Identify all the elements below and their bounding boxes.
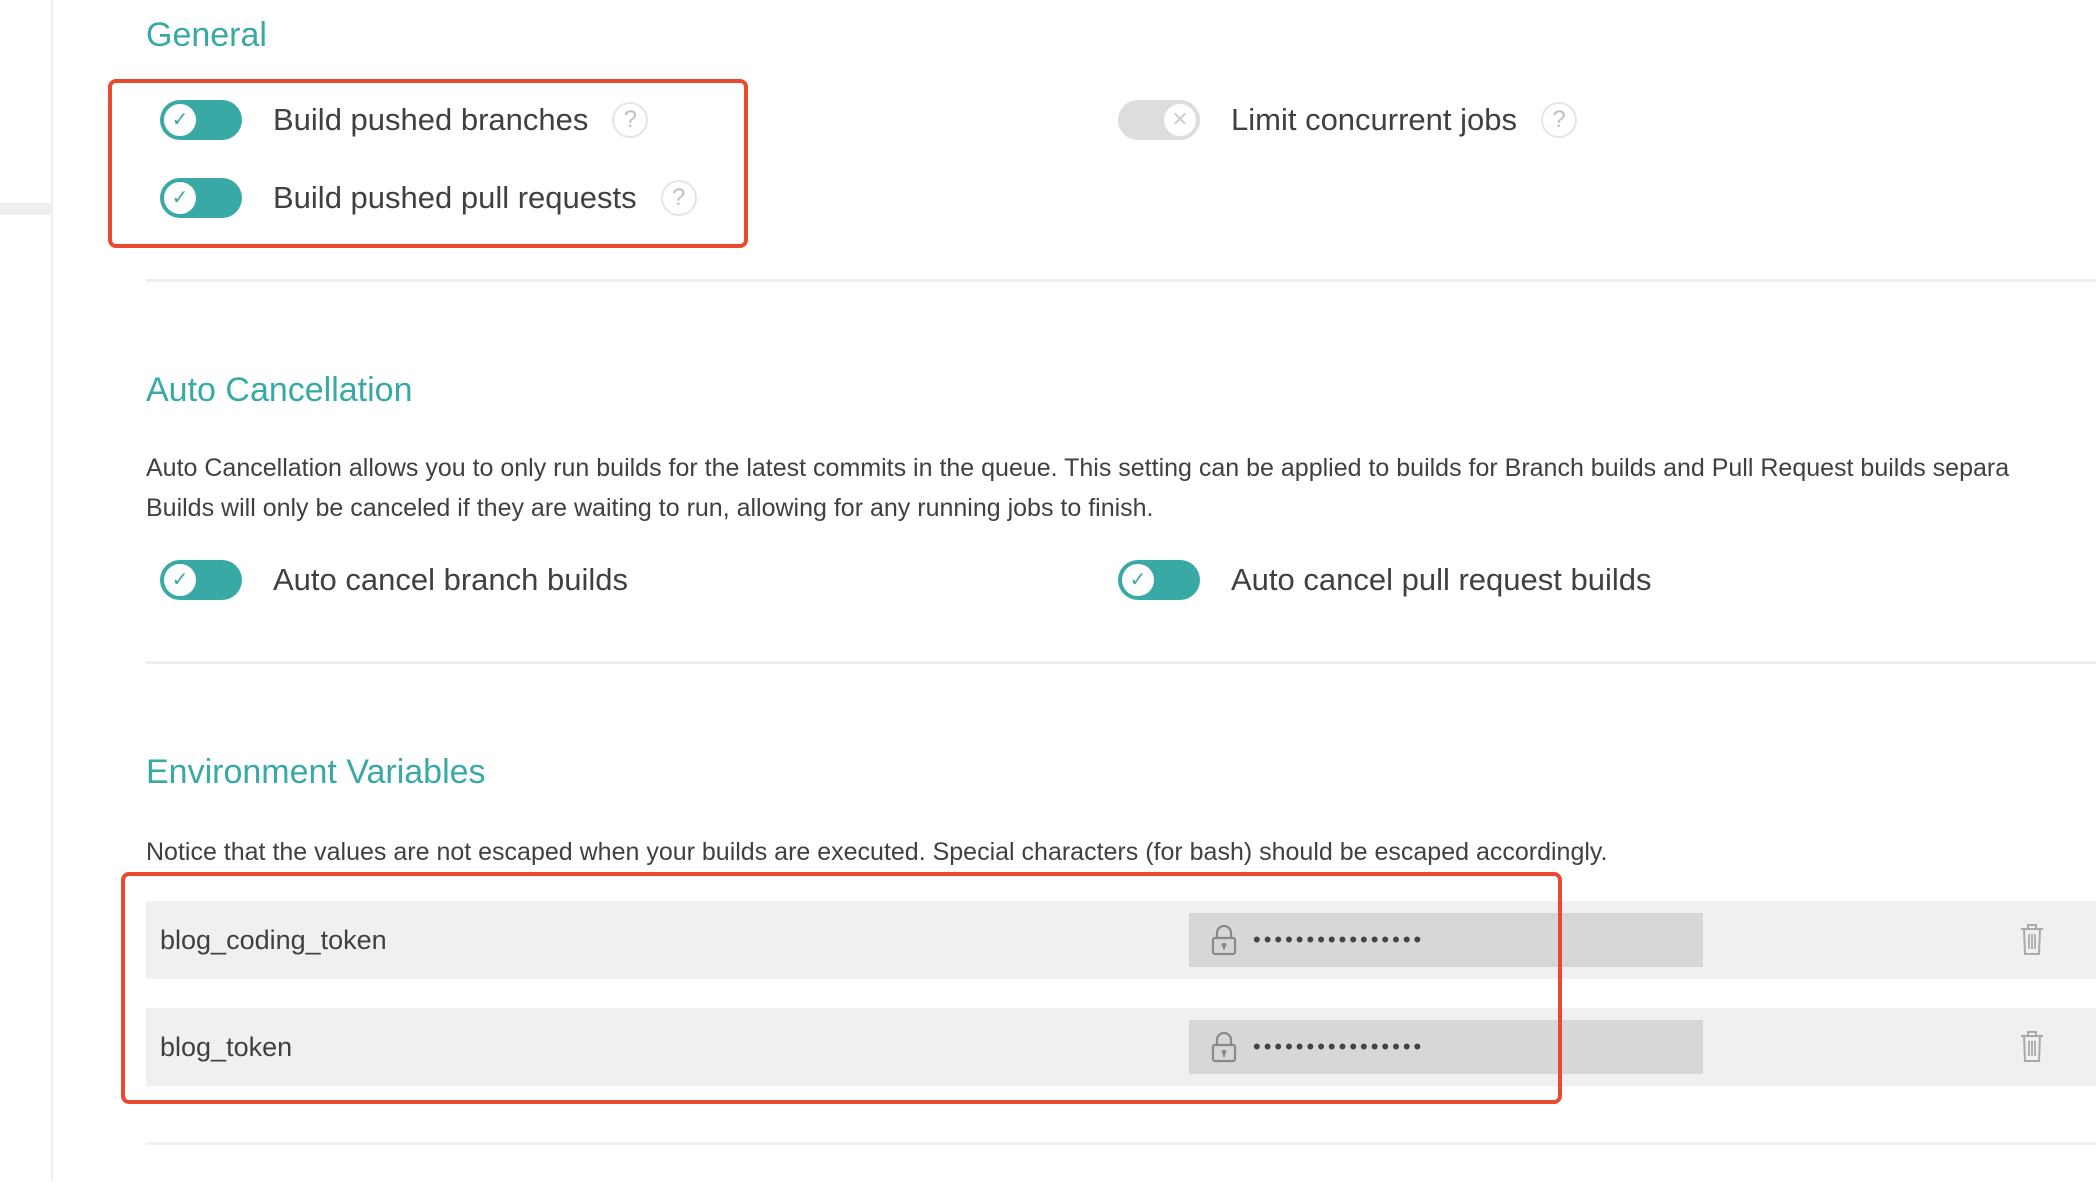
setting-limit-concurrent-jobs: ✕ Limit concurrent jobs ?: [1118, 95, 1578, 145]
build-pushed-pull-requests-label: Build pushed pull requests: [273, 180, 637, 215]
question-icon[interactable]: ?: [612, 102, 649, 138]
env-variable-name: blog_coding_token: [160, 925, 387, 955]
limit-concurrent-jobs-label: Limit concurrent jobs: [1231, 102, 1518, 137]
env-variable-name: blog_token: [160, 1032, 293, 1062]
lock-icon: [1209, 923, 1239, 957]
x-icon: ✕: [1162, 102, 1198, 138]
setting-build-pushed-branches: ✓ Build pushed branches ?: [160, 95, 649, 145]
auto-cancel-pull-request-builds-toggle[interactable]: ✓: [1118, 560, 1200, 600]
env-variable-value-field[interactable]: ••••••••••••••••: [1189, 913, 1703, 967]
general-section-title: General: [146, 16, 267, 54]
limit-concurrent-jobs-toggle[interactable]: ✕: [1118, 100, 1200, 140]
environment-variables-notice: Notice that the values are not escaped w…: [146, 838, 1608, 866]
build-pushed-branches-label: Build pushed branches: [273, 102, 589, 137]
env-variable-masked-value: ••••••••••••••••: [1253, 1034, 1425, 1059]
setting-auto-cancel-branch-builds: ✓ Auto cancel branch builds: [160, 555, 628, 605]
env-variable-row: blog_token ••••••••••••••••: [146, 1008, 2096, 1086]
question-icon[interactable]: ?: [660, 180, 697, 216]
env-variable-masked-value: ••••••••••••••••: [1253, 927, 1425, 952]
auto-cancellation-description: Auto Cancellation allows you to only run…: [146, 454, 2010, 482]
auto-cancellation-section-title: Auto Cancellation: [146, 371, 413, 409]
setting-auto-cancel-pull-request-builds: ✓ Auto cancel pull request builds: [1118, 555, 1651, 605]
auto-cancel-branch-builds-label: Auto cancel branch builds: [273, 562, 629, 597]
env-variable-row: blog_coding_token ••••••••••••••••: [146, 901, 2096, 979]
check-icon: ✓: [162, 180, 198, 216]
auto-cancel-branch-builds-toggle[interactable]: ✓: [160, 560, 242, 600]
question-icon[interactable]: ?: [1541, 102, 1578, 138]
trash-icon[interactable]: [2017, 1028, 2047, 1064]
auto-cancel-pull-request-builds-label: Auto cancel pull request builds: [1231, 562, 1652, 597]
left-sidebar: [0, 0, 53, 1180]
section-divider: [146, 279, 2096, 282]
add-variable-card: [146, 1142, 2096, 1183]
check-icon: ✓: [1120, 562, 1156, 598]
build-pushed-branches-toggle[interactable]: ✓: [160, 100, 242, 140]
check-icon: ✓: [162, 562, 198, 598]
check-icon: ✓: [162, 102, 198, 138]
section-divider: [146, 661, 2096, 664]
setting-build-pushed-pull-requests: ✓ Build pushed pull requests ?: [160, 173, 697, 223]
env-variable-value-field[interactable]: ••••••••••••••••: [1189, 1020, 1703, 1074]
auto-cancellation-description-2: Builds will only be canceled if they are…: [146, 494, 1154, 522]
environment-variables-section-title: Environment Variables: [146, 753, 486, 791]
build-pushed-pull-requests-toggle[interactable]: ✓: [160, 178, 242, 218]
sidebar-marker: [0, 203, 51, 215]
trash-icon[interactable]: [2017, 921, 2047, 957]
lock-icon: [1209, 1030, 1239, 1064]
